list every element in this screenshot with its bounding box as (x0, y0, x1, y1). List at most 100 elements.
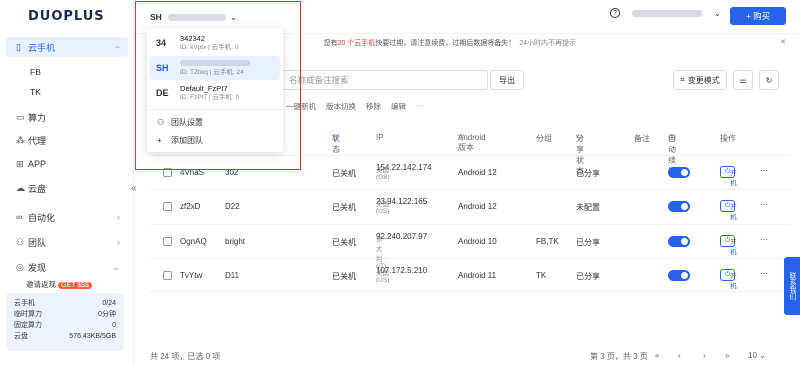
brand-logo[interactable]: DUOPLUS (28, 9, 105, 24)
stat-label: 临时算力 (14, 311, 42, 318)
more-actions-icon[interactable]: ··· (760, 166, 768, 175)
stat-row: 云手机 0/24 (14, 298, 116, 309)
buy-button[interactable]: + 购买 (730, 7, 786, 25)
sidebar-item-cloud-phone[interactable]: ▯ 云手机 − (6, 37, 128, 57)
filter-icon[interactable]: ▽ (576, 133, 582, 142)
info-icon[interactable]: ⓘ (668, 133, 676, 144)
stat-row: 临时算力 0分钟 (14, 309, 116, 320)
sidebar-item-label: 算力 (28, 112, 47, 123)
sidebar-item-label: 云手机 (28, 42, 56, 53)
stat-label: 云手机 (14, 300, 35, 307)
toolbar-switch-version[interactable]: 版本切换 (326, 101, 356, 112)
filter-icon[interactable]: ▽ (458, 133, 464, 142)
page-size-select[interactable]: 10 ⌄ (748, 351, 766, 360)
notice-dismiss-link[interactable]: 24小时内不再提示 (519, 40, 576, 47)
first-page-icon[interactable]: « (655, 351, 659, 360)
share-status: 已分享 (576, 272, 600, 281)
power-label: 开机 (730, 273, 737, 290)
toolbar-edit[interactable]: 编辑 (391, 101, 406, 112)
view-mode-icon: ⌗ (680, 75, 685, 84)
page-size-value: 10 (748, 351, 757, 360)
stat-value: 576.43KB/5GB (69, 333, 116, 340)
more-actions-icon[interactable]: ··· (760, 269, 768, 278)
stat-value: 0分钟 (98, 311, 116, 318)
last-page-icon[interactable]: » (725, 351, 729, 360)
sidebar-item-label: 团队 (28, 237, 47, 248)
stat-value: 0 (112, 322, 116, 329)
refresh-button[interactable]: ↻ (759, 70, 779, 90)
sidebar-item-label: 云盘 (28, 183, 47, 194)
sidebar-item-label: 发现 (28, 262, 47, 273)
promo-badge: GET $$$ (58, 282, 92, 289)
power-label: 开机 (730, 204, 737, 221)
power-on-button[interactable]: ⏻ 开机 (720, 269, 737, 290)
power-on-button[interactable]: ⏻ 开机 (720, 235, 737, 256)
filter-icon[interactable]: ▽ (332, 133, 338, 142)
sidebar-item-compute[interactable]: ▭ 算力 (6, 107, 128, 127)
auto-renew-toggle[interactable] (668, 270, 690, 281)
phone-icon: ▯ (16, 41, 21, 52)
row-checkbox[interactable] (163, 202, 172, 211)
compute-icon: ▭ (16, 111, 25, 122)
close-icon[interactable]: ✕ (780, 38, 786, 46)
user-menu[interactable]: ? ⌄ (610, 8, 721, 18)
stat-label: 云盘 (14, 333, 28, 340)
chevron-right-icon: › (117, 212, 120, 222)
sidebar-item-discover[interactable]: ◎ 发现 ⌄ (6, 257, 128, 277)
power-on-button[interactable]: ⏻ 开机 (720, 200, 737, 221)
notice-count: 20 个云手机 (337, 40, 376, 47)
table-row[interactable]: OgnAQ bright 已关机 92.240.207.97 意大利(IT) An… (150, 224, 790, 270)
proxy-icon: ⁂ (16, 134, 25, 145)
page-info: 第 3 页，共 3 页 (590, 352, 648, 361)
share-status: 已分享 (576, 238, 600, 247)
share-status: 已分享 (576, 169, 600, 178)
row-checkbox[interactable] (163, 271, 172, 280)
sidebar-subitem-fb[interactable]: FB (30, 67, 41, 77)
sidebar-item-team[interactable]: ⚇ 团队 › (6, 232, 128, 252)
sidebar-item-proxy[interactable]: ⁂ 代理 (6, 130, 128, 150)
header-group: 分组 (536, 134, 552, 143)
contact-us-tab[interactable]: 联系我们 (784, 257, 800, 315)
more-actions-icon[interactable]: ··· (760, 235, 768, 244)
notice-text: 您有 (323, 40, 338, 47)
android-version: Android 10 (458, 237, 497, 246)
stat-row: 云盘 576.43KB/5GB (14, 331, 116, 342)
notice-text: 快要过期，请注意续费，过期后数据将备失！ (375, 40, 516, 47)
auto-renew-toggle[interactable] (668, 167, 690, 178)
header-remark: 备注 (634, 134, 650, 143)
sidebar-item-app[interactable]: ⊞ APP (6, 154, 128, 174)
device-group: TK (536, 271, 547, 280)
chevron-right-icon: › (117, 237, 120, 247)
auto-renew-toggle[interactable] (668, 201, 690, 212)
sidebar-item-automation[interactable]: ∞ 自动化 › (6, 207, 128, 227)
sidebar-item-cloud-drive[interactable]: ☁ 云盘 (6, 178, 128, 198)
refresh-icon: ↻ (765, 75, 773, 85)
selection-summary: 共 24 项，已选 0 项 (150, 352, 221, 361)
help-icon[interactable]: ? (610, 8, 620, 18)
batch-toolbar: 一键新机 版本切换 移除 编辑 ··· (286, 101, 424, 112)
table-footer: 共 24 项，已选 0 项 第 3 页，共 3 页 « ‹ › » 10 ⌄ (150, 351, 790, 362)
usage-stats-panel: 云手机 0/24 临时算力 0分钟 固定算力 0 云盘 576.43KB/5GB (6, 293, 124, 351)
auto-renew-toggle[interactable] (668, 236, 690, 247)
column-settings-button[interactable]: ⚌ (733, 70, 753, 90)
power-on-button[interactable]: ⏻ 开机 (720, 166, 737, 187)
more-actions-icon[interactable]: ··· (760, 200, 768, 209)
view-mode-button[interactable]: ⌗ 变更模式 (673, 70, 727, 90)
next-page-icon[interactable]: › (703, 351, 706, 360)
sidebar-subitem-referral[interactable]: 邀请返现 GET $$$ (26, 279, 92, 290)
chevron-down-icon: ⌄ (714, 8, 721, 18)
stat-label: 固定算力 (14, 322, 42, 329)
sidebar-subitem-tk[interactable]: TK (30, 87, 41, 97)
collapse-sidebar-icon[interactable]: « (131, 183, 137, 194)
ip-region: 美国(US) (376, 201, 390, 215)
device-name: OgnAQ (180, 237, 207, 246)
toolbar-remove[interactable]: 移除 (366, 101, 381, 112)
export-button[interactable]: 导出 (490, 70, 524, 90)
row-checkbox[interactable] (163, 237, 172, 246)
table-row[interactable]: zf2xD D22 已关机 23.94.122.165 美国(US) Androi… (150, 189, 790, 223)
prev-page-icon[interactable]: ‹ (678, 351, 681, 360)
toolbar-more[interactable]: ··· (416, 101, 424, 112)
search-input[interactable]: 名称或备注搜索 (282, 70, 488, 90)
device-name: zf2xD (180, 202, 201, 211)
table-row[interactable]: TvYtw D11 已关机 107.172.5.210 美国(US) Androi… (150, 258, 790, 292)
